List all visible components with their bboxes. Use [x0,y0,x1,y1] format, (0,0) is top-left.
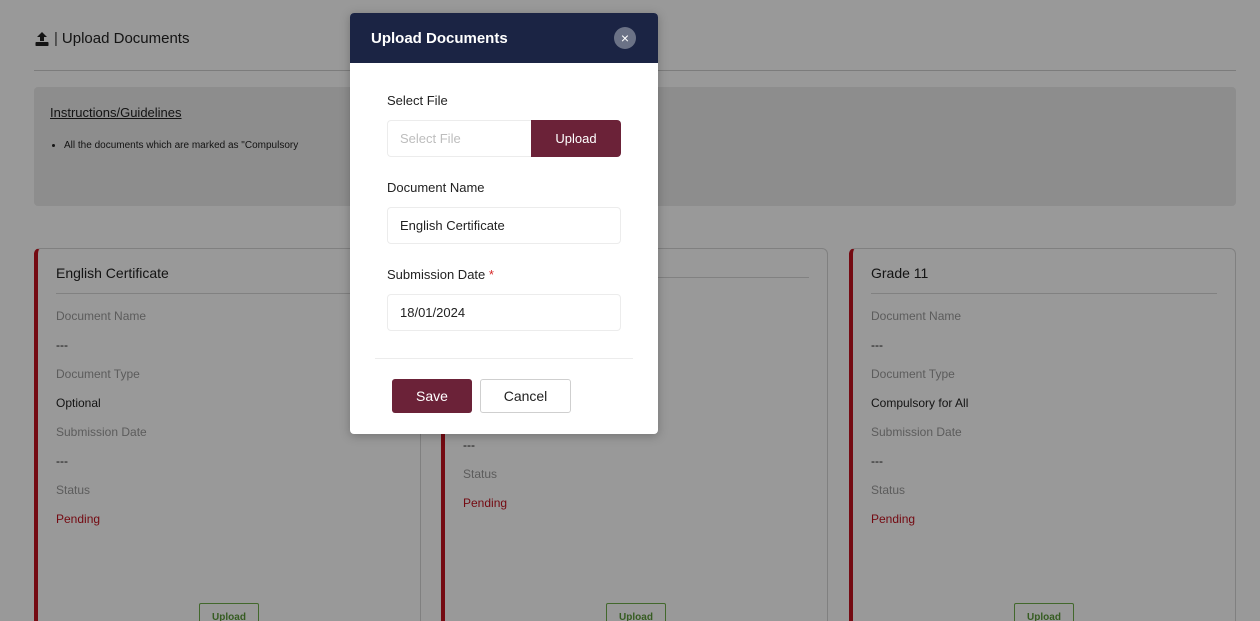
document-name-field-label: Document Name [387,180,485,195]
modal-footer: Save Cancel [392,379,571,413]
select-file-input[interactable]: Select File [387,120,531,157]
required-marker: * [488,267,494,282]
submission-date-input[interactable]: 18/01/2024 [387,294,621,331]
submission-date-field-label: Submission Date * [387,267,621,282]
modal-body: Select File Select File Upload Document … [350,93,658,331]
cancel-button[interactable]: Cancel [480,379,571,413]
upload-documents-modal: Upload Documents × Select File Select Fi… [350,13,658,434]
save-button[interactable]: Save [392,379,472,413]
select-file-label: Select File [387,93,448,108]
close-icon[interactable]: × [614,27,636,49]
file-upload-button[interactable]: Upload [531,120,621,157]
modal-title: Upload Documents [371,29,508,47]
modal-footer-divider [375,358,633,359]
document-name-input[interactable]: English Certificate [387,207,621,244]
submission-date-label-text: Submission Date [387,267,486,282]
file-picker: Select File Upload [387,120,621,157]
modal-header: Upload Documents × [350,13,658,63]
